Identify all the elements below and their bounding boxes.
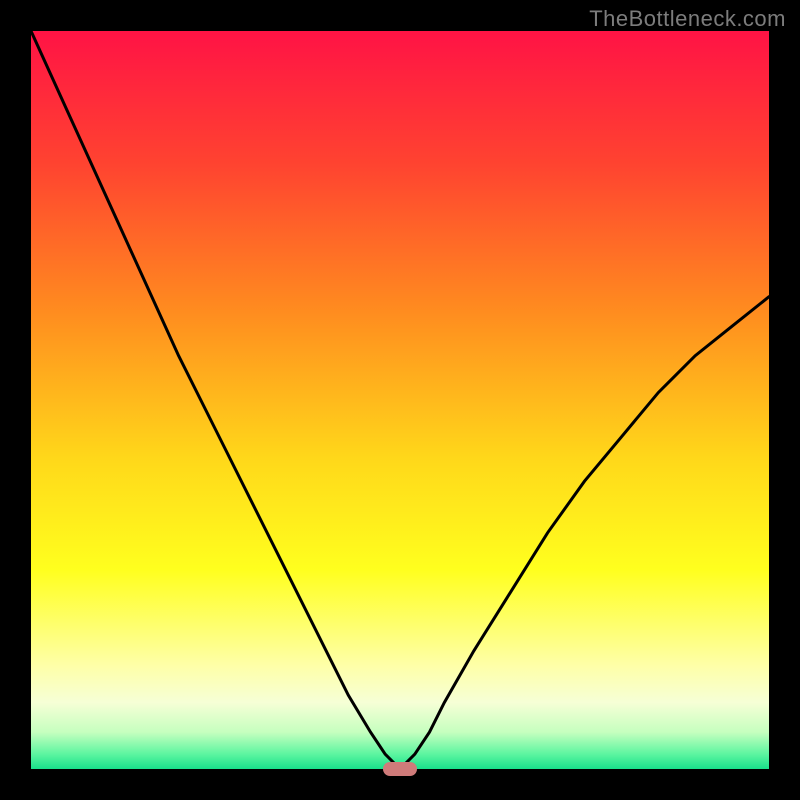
optimal-marker (383, 762, 417, 776)
chart-container: TheBottleneck.com (0, 0, 800, 800)
plot-background (31, 31, 769, 769)
bottleneck-chart (0, 0, 800, 800)
watermark-text: TheBottleneck.com (589, 6, 786, 32)
